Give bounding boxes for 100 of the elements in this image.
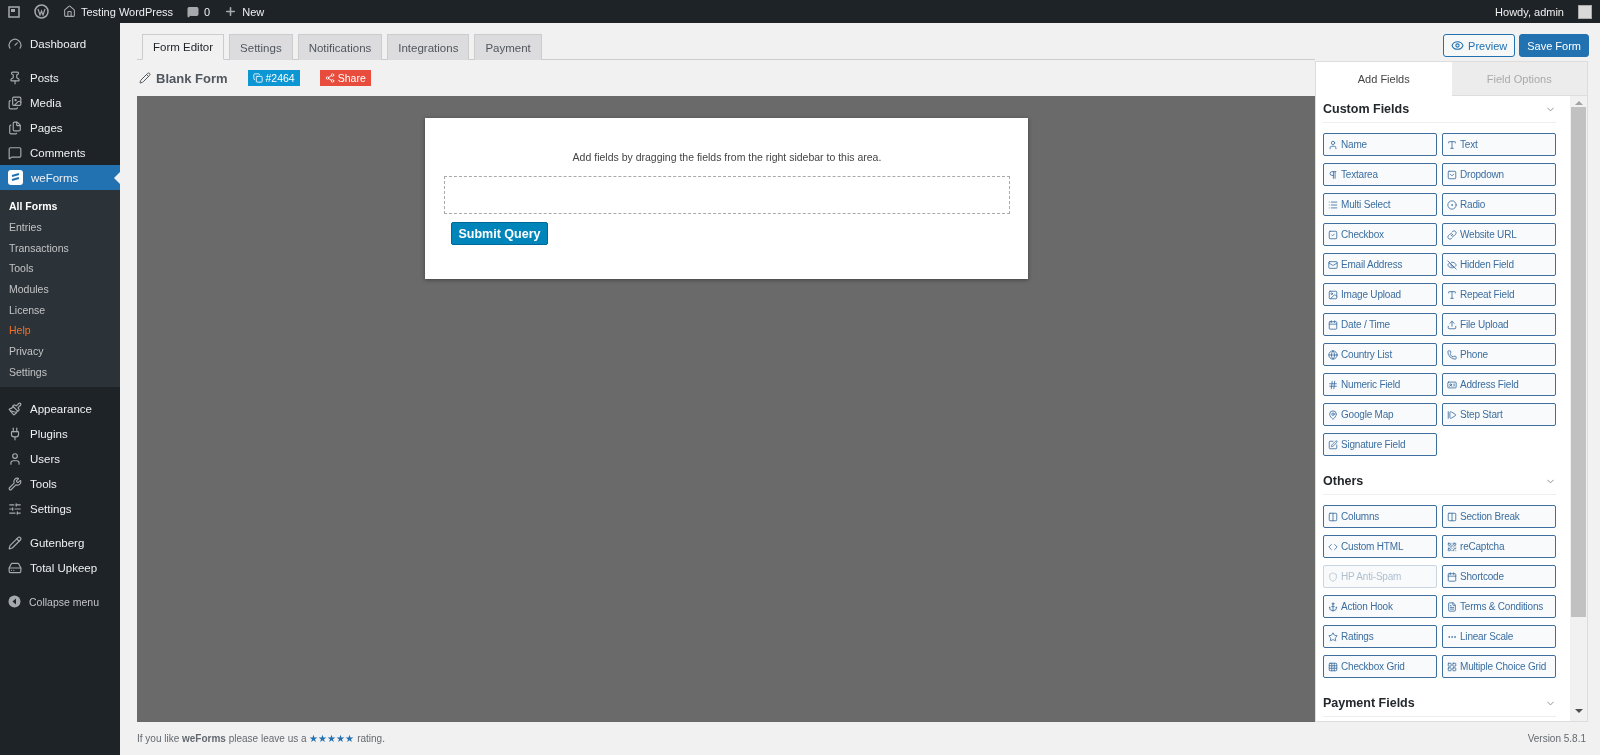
share-button[interactable]: Share	[319, 70, 371, 86]
editor-tab[interactable]: Payment	[474, 34, 542, 60]
submenu-item[interactable]: Transactions	[0, 237, 120, 259]
field-button[interactable]: Text	[1442, 133, 1556, 156]
field-button[interactable]: Repeat Field	[1442, 283, 1556, 306]
field-button[interactable]: Radio	[1442, 193, 1556, 216]
field-button[interactable]: Section Break	[1442, 505, 1556, 528]
field-button[interactable]: Ratings	[1323, 625, 1437, 648]
gauge-icon	[8, 36, 22, 51]
upload-icon	[1447, 319, 1457, 330]
scrollbar[interactable]	[1570, 96, 1587, 721]
submit-button[interactable]: Submit Query	[451, 222, 548, 245]
calendar-icon	[1328, 319, 1338, 330]
submenu-item[interactable]: License	[0, 299, 120, 321]
menu-item[interactable]: Media	[0, 90, 120, 115]
user-icon	[8, 451, 22, 466]
menu-item[interactable]: Posts	[0, 65, 120, 90]
field-button[interactable]: Signature Field	[1323, 433, 1437, 456]
edit-icon	[1328, 439, 1338, 450]
field-button[interactable]: Multi Select	[1323, 193, 1437, 216]
text-icon	[1447, 139, 1457, 150]
menu-item[interactable]: weForms	[0, 165, 120, 190]
images-icon	[8, 95, 22, 110]
sliders-icon	[8, 501, 22, 516]
shield-icon	[1328, 571, 1338, 582]
rating-link[interactable]: ★★★★★	[309, 733, 355, 744]
field-button[interactable]: Checkbox Grid	[1323, 655, 1437, 678]
field-button[interactable]: Linear Scale	[1442, 625, 1556, 648]
editor-tab[interactable]: Integrations	[387, 34, 470, 60]
submenu-item[interactable]: Entries	[0, 216, 120, 238]
field-button[interactable]: Hidden Field	[1442, 253, 1556, 276]
drive-icon	[8, 560, 22, 575]
editor-tab[interactable]: Form Editor	[142, 34, 225, 60]
version-text: Version 5.8.1	[1527, 733, 1586, 744]
menu-item[interactable]: Tools	[0, 471, 120, 497]
field-button[interactable]: Terms & Conditions	[1442, 595, 1556, 618]
field-button[interactable]: Country List	[1323, 343, 1437, 366]
section-title[interactable]: Others	[1323, 474, 1364, 488]
field-button[interactable]: reCaptcha	[1442, 535, 1556, 558]
submenu-item[interactable]: All Forms	[0, 196, 120, 217]
drop-hint: Add fields by dragging the fields from the right sidebar to this area.	[571, 151, 883, 165]
submenu-item[interactable]: Modules	[0, 278, 120, 300]
menu-item[interactable]: Gutenberg	[0, 530, 120, 556]
submenu-item[interactable]: Help	[0, 320, 120, 341]
field-button[interactable]: Multiple Choice Grid	[1442, 655, 1556, 678]
submenu-item[interactable]: Settings	[0, 361, 120, 383]
field-button[interactable]: Action Hook	[1323, 595, 1437, 618]
collapse-menu-button[interactable]: Collapse menu	[0, 589, 120, 615]
calendar-icon	[1447, 571, 1457, 582]
field-button[interactable]: Name	[1323, 133, 1437, 156]
field-button[interactable]: Address Field	[1442, 373, 1556, 396]
field-button[interactable]: Textarea	[1323, 163, 1437, 186]
menu-item[interactable]: Dashboard	[0, 31, 120, 56]
greeting-text[interactable]: Howdy, admin	[1495, 5, 1564, 18]
editor-tab[interactable]: Settings	[229, 34, 293, 60]
field-button[interactable]: Date / Time	[1323, 313, 1437, 336]
field-button[interactable]: File Upload	[1442, 313, 1556, 336]
save-form-button[interactable]: Save Form	[1519, 34, 1589, 57]
section-title[interactable]: Custom Fields	[1323, 102, 1410, 116]
submenu-item[interactable]: Privacy	[0, 340, 120, 362]
field-button[interactable]: Checkbox	[1323, 223, 1437, 246]
field-button[interactable]: Custom HTML	[1323, 535, 1437, 558]
logo-icon	[8, 170, 23, 185]
field-button[interactable]: Image Upload	[1323, 283, 1437, 306]
new-link[interactable]: New	[224, 5, 265, 18]
avatar-icon[interactable]	[1578, 4, 1592, 19]
field-button[interactable]: Numeric Field	[1323, 373, 1437, 396]
field-button[interactable]: Step Start	[1442, 403, 1556, 426]
preview-button[interactable]: Preview	[1443, 34, 1516, 57]
section-title[interactable]: Payment Fields	[1323, 696, 1415, 710]
form-title[interactable]: Blank Form	[139, 70, 228, 86]
menu-item[interactable]: Pages	[0, 115, 120, 140]
home-icon	[63, 5, 76, 18]
field-button[interactable]: Dropdown	[1442, 163, 1556, 186]
comments-link[interactable]: 0	[187, 5, 211, 18]
field-button[interactable]: Google Map	[1323, 403, 1437, 426]
circle-logo-icon[interactable]	[34, 4, 49, 19]
field-button[interactable]: Website URL	[1442, 223, 1556, 246]
field-button[interactable]: Phone	[1442, 343, 1556, 366]
submenu-item[interactable]: Tools	[0, 258, 120, 279]
drop-zone[interactable]	[444, 176, 1010, 214]
field-button[interactable]: Email Address	[1323, 253, 1437, 276]
eye-icon	[1451, 39, 1465, 52]
menu-item[interactable]: Users	[0, 446, 120, 472]
field-button[interactable]: Columns	[1323, 505, 1437, 528]
star-icon	[1328, 631, 1338, 642]
field-button[interactable]: Shortcode	[1442, 565, 1556, 588]
globe-icon	[1328, 349, 1338, 360]
menu-item[interactable]: Total Upkeep	[0, 555, 120, 581]
menu-item[interactable]: Appearance	[0, 396, 120, 422]
menu-item[interactable]: Plugins	[0, 421, 120, 447]
wrench-icon	[8, 476, 22, 491]
dashboard-icon[interactable]	[8, 5, 20, 18]
image-icon	[1328, 289, 1338, 300]
site-name-link[interactable]: Testing WordPress	[63, 5, 174, 18]
form-id-badge[interactable]: #2464	[247, 70, 300, 86]
menu-item[interactable]: Comments	[0, 140, 120, 165]
menu-item[interactable]: Settings	[0, 496, 120, 522]
editor-tab[interactable]: Notifications	[297, 34, 383, 60]
code-icon	[1328, 541, 1338, 552]
